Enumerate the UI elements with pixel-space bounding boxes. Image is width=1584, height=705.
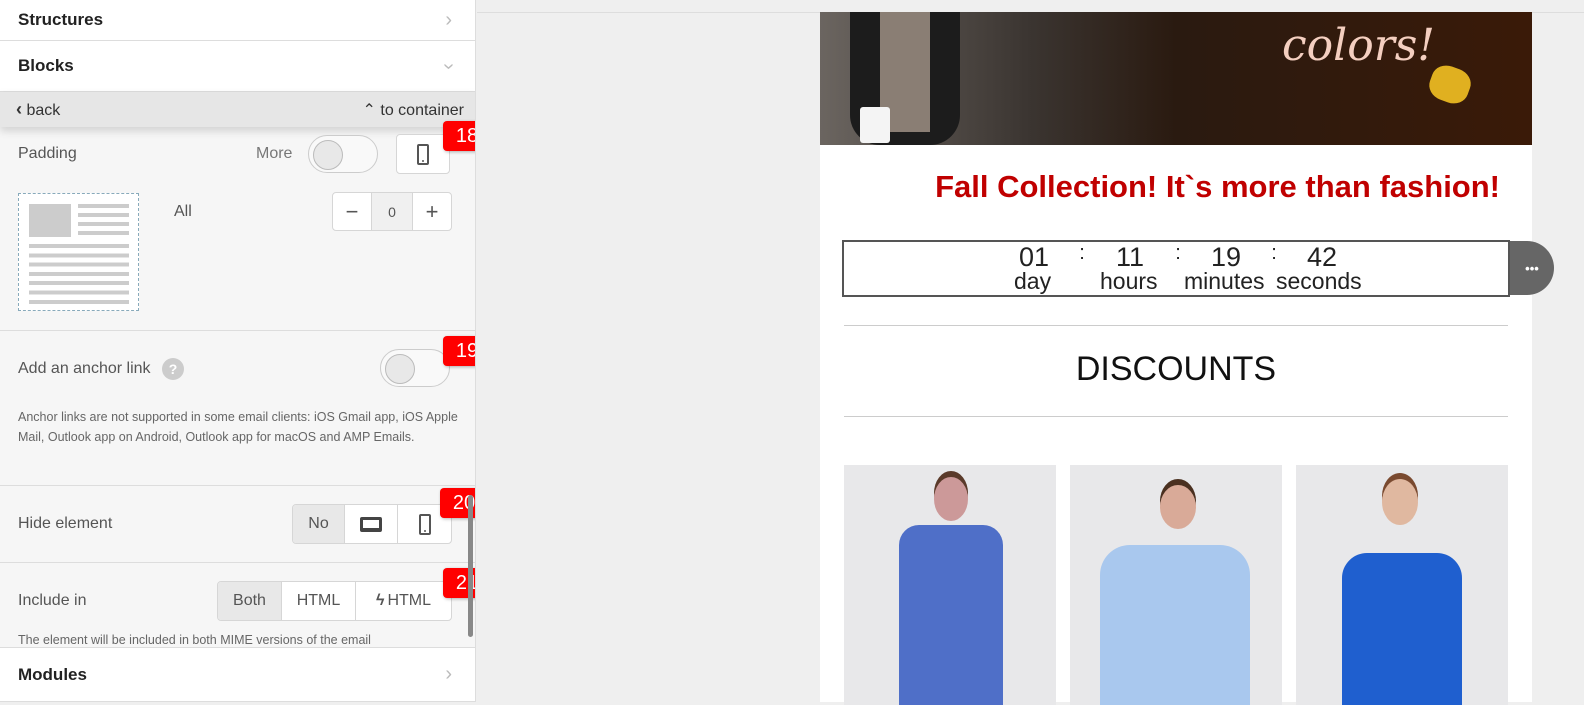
anchor-toggle[interactable] (380, 349, 450, 387)
unit-day: day (1014, 268, 1052, 294)
product-image[interactable] (1296, 465, 1508, 705)
product-image[interactable] (1070, 465, 1282, 705)
headline[interactable]: Fall Collection! It`s more than fashion! (820, 169, 1532, 205)
annotation-badge: 19 (443, 336, 475, 366)
decrement-button[interactable]: − (333, 193, 372, 230)
include-html-option[interactable]: HTML (282, 582, 356, 620)
unit-minutes: minutes (1184, 268, 1265, 294)
include-in-selector[interactable]: Both HTML ϟ HTML (217, 581, 452, 621)
countdown-timer[interactable]: 01 : 11 : 19 : 42 day hours minutes seco… (842, 240, 1510, 297)
hide-no-option[interactable]: No (293, 505, 345, 543)
to-container-label: to container (380, 101, 464, 119)
amp-html-label: HTML (387, 592, 432, 609)
nav-bar: ‹ back ⌃ to container (0, 92, 475, 127)
unit-hours: hours (1100, 268, 1158, 294)
modules-label: Modules (18, 664, 87, 684)
all-label: All (174, 203, 192, 220)
image-icon (29, 204, 71, 237)
padding-stepper[interactable]: − 0 + (332, 192, 452, 231)
padding-preview (18, 193, 139, 311)
include-in-label: Include in (18, 592, 87, 609)
chevron-up-icon: ⌃ (362, 101, 376, 119)
more-label: More (256, 145, 293, 162)
padding-value-input[interactable]: 0 (372, 193, 413, 230)
divider (844, 416, 1508, 417)
help-icon[interactable]: ? (162, 358, 184, 380)
settings-panel: Structures › Blocks › ‹ back ⌃ to containe… (0, 0, 476, 702)
structures-section[interactable]: Structures › (0, 0, 475, 41)
mobile-icon (418, 513, 431, 535)
mobile-padding-button[interactable] (396, 134, 450, 174)
hide-element-label: Hide element (18, 515, 113, 532)
padding-label: Padding (18, 145, 77, 162)
annotation-badge: 18 (443, 121, 475, 151)
scrollbar[interactable] (468, 495, 473, 637)
increment-button[interactable]: + (413, 193, 451, 230)
lightning-icon: ϟ (375, 592, 385, 609)
include-both-option[interactable]: Both (218, 582, 282, 620)
back-button[interactable]: ‹ back (16, 99, 60, 120)
product-image[interactable] (844, 465, 1056, 705)
chevron-right-icon: › (445, 8, 452, 31)
discounts-heading[interactable]: DISCOUNTS (820, 350, 1532, 389)
anchor-label: Add an anchor link (18, 360, 151, 377)
desktop-icon (360, 516, 382, 532)
divider (844, 325, 1508, 326)
more-options-button[interactable]: ••• (1510, 241, 1554, 295)
divider (0, 330, 475, 331)
hide-desktop-option[interactable] (345, 505, 398, 543)
divider (0, 485, 475, 486)
anchor-note: Anchor links are not supported in some e… (18, 410, 458, 444)
unit-seconds: seconds (1276, 268, 1362, 294)
blocks-label: Blocks (18, 56, 74, 75)
chevron-down-icon: › (438, 62, 461, 70)
banner-image[interactable]: colors! (820, 12, 1532, 145)
blocks-section[interactable]: Blocks › (0, 41, 475, 92)
hide-element-selector[interactable]: No (292, 504, 452, 544)
email-canvas: colors! Fall Collection! It`s more than … (820, 12, 1554, 705)
to-container-button[interactable]: ⌃ to container (363, 100, 464, 120)
modules-section[interactable]: Modules › (0, 647, 475, 702)
chevron-right-icon: › (445, 663, 452, 685)
back-label: back (26, 102, 61, 119)
include-amp-option[interactable]: ϟ HTML (356, 582, 451, 620)
more-toggle[interactable] (308, 135, 378, 173)
mobile-icon (417, 143, 429, 165)
structures-label: Structures (18, 10, 104, 29)
divider (0, 562, 475, 563)
banner-text: colors! (1282, 20, 1435, 71)
